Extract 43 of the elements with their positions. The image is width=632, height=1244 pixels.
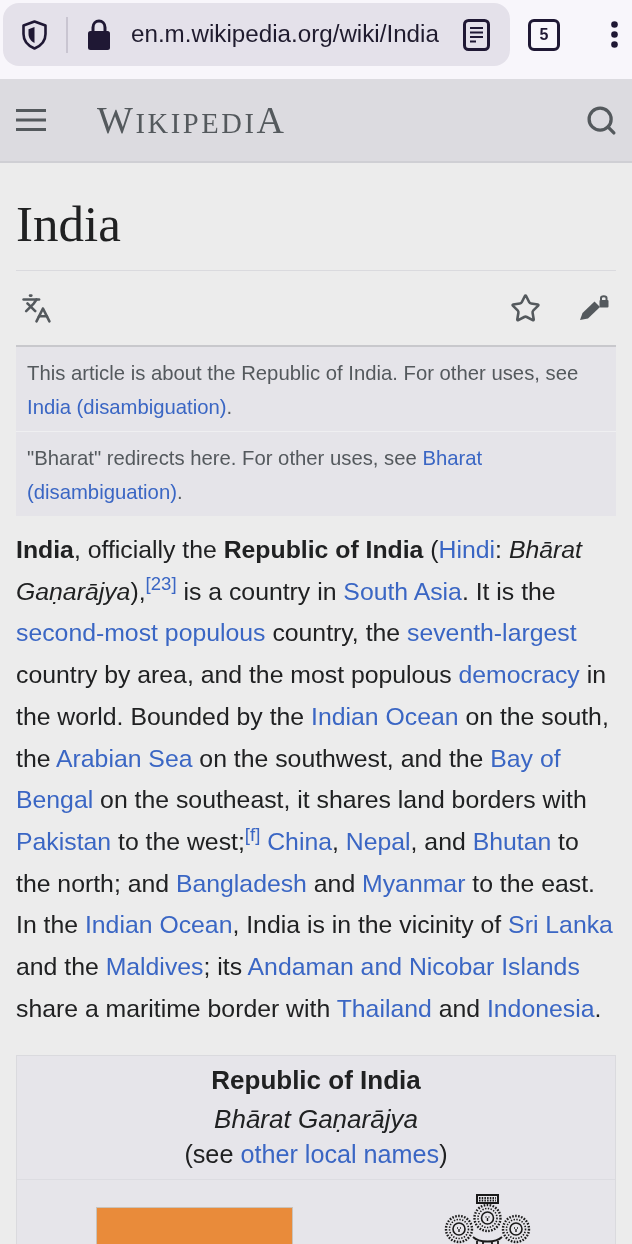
tab-count-button[interactable]: 5 <box>528 18 560 51</box>
link[interactable]: China <box>267 827 332 855</box>
reader-view-icon[interactable] <box>463 18 490 51</box>
link[interactable]: South Asia <box>343 577 462 605</box>
infobox-title: Republic of India <box>211 1064 421 1097</box>
native-name: Bhārat Gaṇarājya <box>214 1103 418 1137</box>
wikipedia-wordmark[interactable]: WIKIPEDIA <box>97 101 287 139</box>
menu-icon[interactable] <box>16 109 46 131</box>
link[interactable]: Arabian Sea <box>56 744 193 772</box>
link[interactable]: Bengal <box>16 786 94 814</box>
hatnote-text: "Bharat" redirects here. For other uses, see Bharat (disambiguation). <box>16 431 616 516</box>
link[interactable]: other local names <box>240 1140 440 1169</box>
link[interactable]: Thailand <box>336 994 432 1022</box>
article-paragraph: India, officially the Republic of India (Hindi: Bhārat Gaṇarājya),$^{[23]}$ is a country in South Asia. It is the second-most populous country, the seventh-largest country by area, and the most populous democracy in the world. Bounded by the Indian Ocean on the south, the Arabian Sea on the southwest, and the Bay of Bengal on the southeast, it shares land borders with Pakistan to the west;$^{[f]}$ China, Nepal, and Bhutan to the north; and Bangladesh and Myanmar to the east. In the Indian Ocean, India is in the vicinity of Sri Lanka and the Maldives; its Andaman and Nicobar Islands share a maritime border with Thailand and Indonesia. <box>16 535 614 1024</box>
link[interactable]: Maldives <box>105 953 204 981</box>
translate-icon[interactable] <box>21 292 52 324</box>
shield-icon[interactable] <box>22 19 47 50</box>
url-text[interactable]: en.m.wikipedia.org/wiki/India <box>131 16 439 53</box>
more-menu-icon[interactable] <box>611 21 618 48</box>
infobox-note: (see other local names) <box>184 1139 448 1171</box>
star-icon[interactable] <box>510 292 541 324</box>
link[interactable]: Indian Ocean <box>84 911 233 939</box>
link[interactable]: seventh-largest <box>407 619 577 647</box>
link[interactable]: second-most populous <box>16 619 266 647</box>
page-title: India <box>16 195 122 252</box>
link[interactable]: Bangladesh <box>175 869 307 897</box>
link[interactable]: Myanmar <box>362 869 466 897</box>
link[interactable]: Bharat <box>422 447 483 469</box>
link[interactable]: Pakistan <box>16 827 112 855</box>
link[interactable]: Indonesia <box>486 994 595 1022</box>
link[interactable]: Bay of <box>490 744 561 772</box>
link[interactable]: Sri Lanka <box>508 911 613 939</box>
address-bar[interactable]: en.m.wikipedia.org/wiki/India <box>3 3 510 66</box>
link[interactable]: Bhutan <box>472 827 552 855</box>
link[interactable]: (disambiguation) <box>27 481 177 503</box>
link[interactable]: Nepal <box>345 827 411 855</box>
link[interactable]: Hindi <box>438 536 496 563</box>
link[interactable]: Indian Ocean <box>311 702 459 730</box>
lock-icon[interactable] <box>88 19 110 50</box>
hatnote-text: This article is about the Republic of India. For other uses, see India (disambiguation). <box>26 361 580 420</box>
link[interactable]: democracy <box>458 661 580 689</box>
link[interactable]: India (disambiguation) <box>27 396 227 418</box>
link[interactable]: Andaman and Nicobar Islands <box>247 953 580 981</box>
